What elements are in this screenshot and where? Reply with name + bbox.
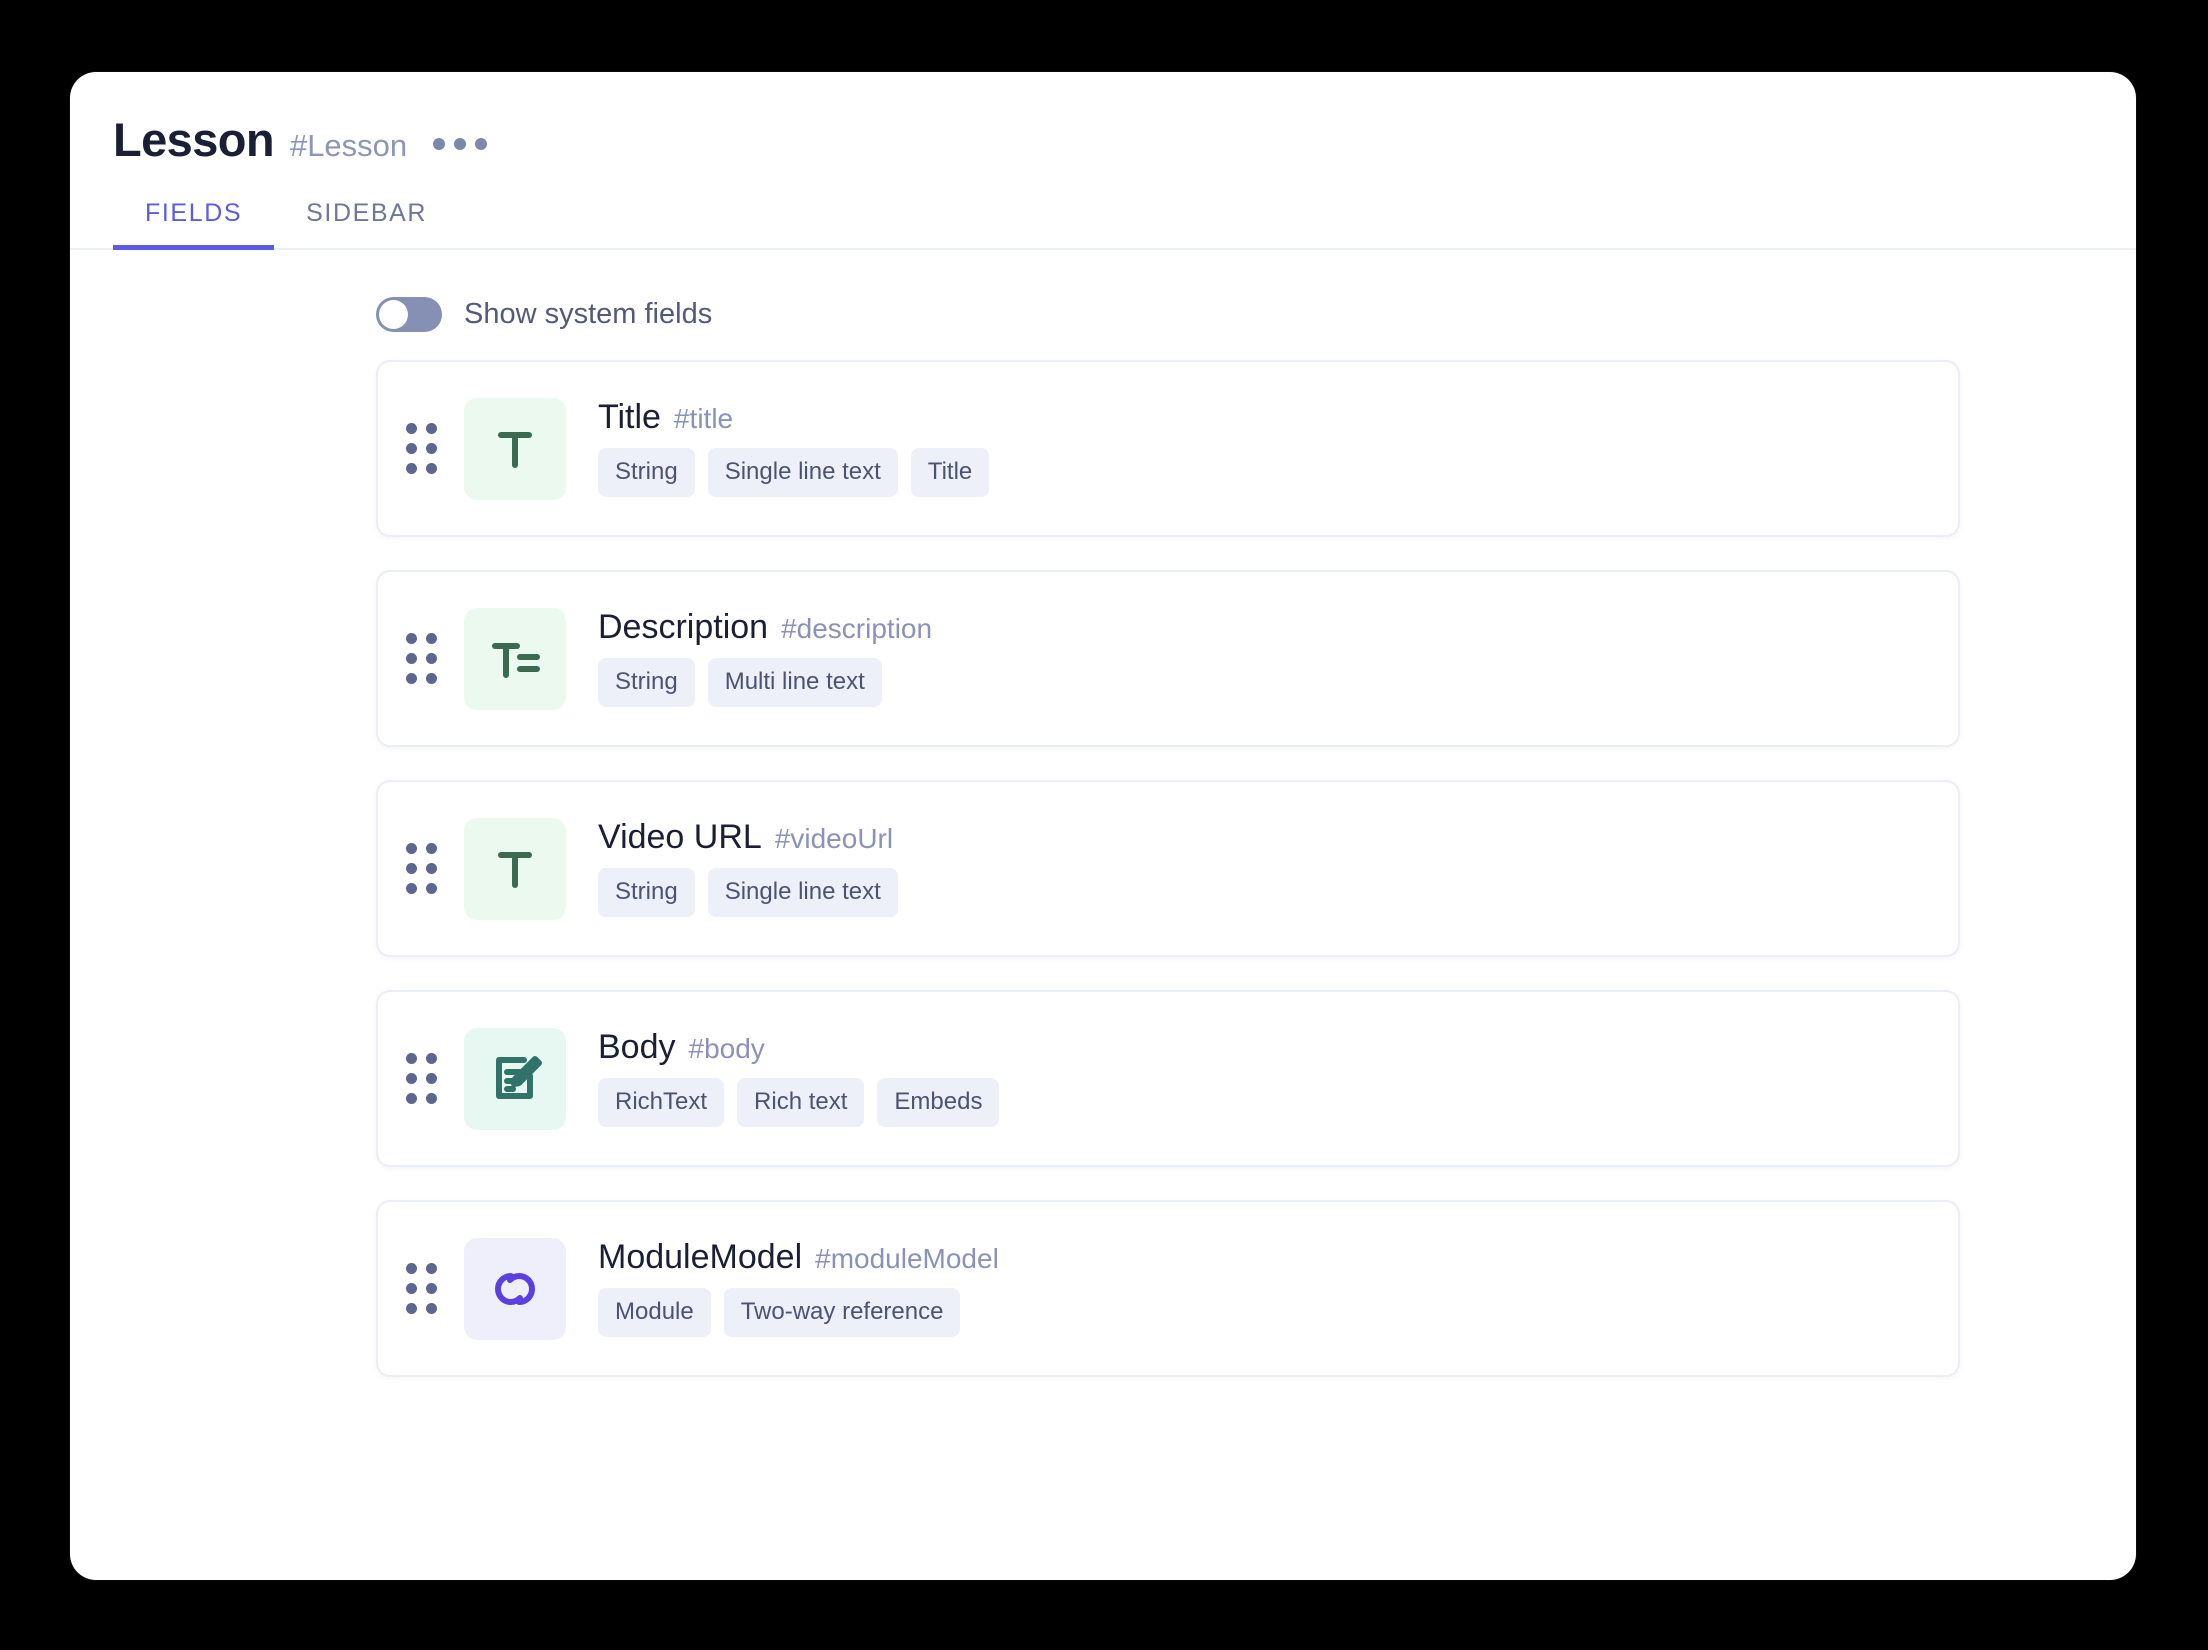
field-tag-row: RichText Rich text Embeds <box>598 1078 1000 1128</box>
field-tag-row: String Multi line text <box>598 658 932 708</box>
link-reference-icon <box>464 1237 566 1340</box>
tab-fields[interactable]: FIELDS <box>113 199 275 250</box>
field-tag: Single line text <box>707 868 898 918</box>
drag-dot <box>426 1093 437 1104</box>
kebab-menu-icon[interactable] <box>433 138 488 150</box>
text-single-line-icon <box>464 397 566 500</box>
field-tag: Single line text <box>707 448 898 498</box>
field-name-row: Body #body <box>598 1027 999 1066</box>
text-multi-line-icon <box>464 607 566 710</box>
drag-dot <box>426 423 437 434</box>
field-name-row: ModuleModel #moduleModel <box>598 1237 999 1276</box>
kebab-dot <box>454 138 467 150</box>
drag-dot <box>406 443 417 454</box>
field-name: Body <box>598 1027 676 1066</box>
field-info: Description #description String Multi line … <box>598 607 933 708</box>
drag-handle-icon[interactable] <box>406 843 437 894</box>
field-name: ModuleModel <box>598 1237 803 1276</box>
drag-dot <box>406 1263 417 1274</box>
field-name: Title <box>598 397 661 436</box>
show-system-fields-toggle[interactable] <box>376 297 442 332</box>
drag-handle-icon[interactable] <box>406 1053 437 1104</box>
drag-dot <box>426 883 437 894</box>
field-name: Video URL <box>598 817 762 856</box>
drag-handle-icon[interactable] <box>406 423 437 474</box>
rich-text-edit-icon <box>464 1027 566 1130</box>
field-name-row: Description #description <box>598 607 933 646</box>
field-tag: Title <box>910 448 990 498</box>
kebab-dot <box>433 138 446 150</box>
field-name-row: Video URL #videoUrl <box>598 817 898 856</box>
field-list: Title #title String Single line text Title De… <box>376 360 1960 1377</box>
field-tag: String <box>598 868 695 918</box>
drag-dot <box>426 863 437 874</box>
drag-dot <box>426 1303 437 1314</box>
drag-dot <box>406 653 417 664</box>
drag-dot <box>406 673 417 684</box>
show-system-fields-label: Show system fields <box>464 298 713 330</box>
page-title: Lesson <box>113 113 275 166</box>
field-slug: #moduleModel <box>815 1242 999 1274</box>
field-tag: Module <box>598 1288 711 1338</box>
field-tag: Rich text <box>737 1078 865 1128</box>
field-name: Description <box>598 607 769 646</box>
field-tag: String <box>598 448 695 498</box>
field-tag: RichText <box>598 1078 725 1128</box>
field-tag-row: String Single line text Title <box>598 448 990 498</box>
field-slug: #videoUrl <box>774 822 894 854</box>
field-card[interactable]: Description #description String Multi line … <box>376 570 1960 747</box>
drag-dot <box>406 1073 417 1084</box>
drag-dot <box>406 463 417 474</box>
field-card[interactable]: Body #body RichText Rich text Embeds <box>376 990 1960 1167</box>
drag-dot <box>406 1303 417 1314</box>
drag-dot <box>406 1093 417 1104</box>
drag-dot <box>406 1053 417 1064</box>
drag-handle-icon[interactable] <box>406 1263 437 1314</box>
drag-dot <box>406 423 417 434</box>
drag-dot <box>426 1073 437 1084</box>
field-tag: Multi line text <box>707 658 882 708</box>
drag-dot <box>406 883 417 894</box>
drag-dot <box>426 653 437 664</box>
drag-dot <box>426 1263 437 1274</box>
field-tag: Embeds <box>877 1078 1000 1128</box>
field-tag: String <box>598 658 695 708</box>
field-slug: #title <box>673 402 734 434</box>
field-info: Video URL #videoUrl String Single line text <box>598 817 898 918</box>
drag-dot <box>406 863 417 874</box>
drag-handle-icon[interactable] <box>406 633 437 684</box>
content-type-editor-window: Lesson #Lesson FIELDS SIDEBAR Show syste… <box>70 72 2136 1580</box>
field-info: Title #title String Single line text Title <box>598 397 990 498</box>
drag-dot <box>426 843 437 854</box>
page-slug: #Lesson <box>289 128 408 163</box>
page-header: Lesson #Lesson <box>70 72 2136 163</box>
field-card[interactable]: ModuleModel #moduleModel Module Two-way ref… <box>376 1200 1960 1377</box>
drag-dot <box>426 673 437 684</box>
field-card[interactable]: Title #title String Single line text Title <box>376 360 1960 537</box>
tab-bar: FIELDS SIDEBAR <box>70 199 2136 250</box>
drag-dot <box>426 463 437 474</box>
field-tag-row: Module Two-way reference <box>598 1288 999 1338</box>
field-info: ModuleModel #moduleModel Module Two-way ref… <box>598 1237 999 1338</box>
show-system-fields-row: Show system fields <box>376 297 2136 332</box>
drag-dot <box>426 1053 437 1064</box>
field-name-row: Title #title <box>598 397 989 436</box>
tab-sidebar[interactable]: SIDEBAR <box>274 199 459 250</box>
toggle-knob <box>379 300 408 329</box>
drag-dot <box>426 443 437 454</box>
drag-dot <box>406 1283 417 1294</box>
drag-dot <box>426 1283 437 1294</box>
field-tag-row: String Single line text <box>598 868 898 918</box>
field-tag: Two-way reference <box>723 1288 961 1338</box>
text-single-line-icon <box>464 817 566 920</box>
kebab-dot <box>475 138 488 150</box>
field-info: Body #body RichText Rich text Embeds <box>598 1027 1000 1128</box>
field-slug: #description <box>781 612 933 644</box>
field-card[interactable]: Video URL #videoUrl String Single line text <box>376 780 1960 957</box>
drag-dot <box>426 633 437 644</box>
drag-dot <box>406 633 417 644</box>
field-slug: #body <box>688 1032 765 1064</box>
drag-dot <box>406 843 417 854</box>
